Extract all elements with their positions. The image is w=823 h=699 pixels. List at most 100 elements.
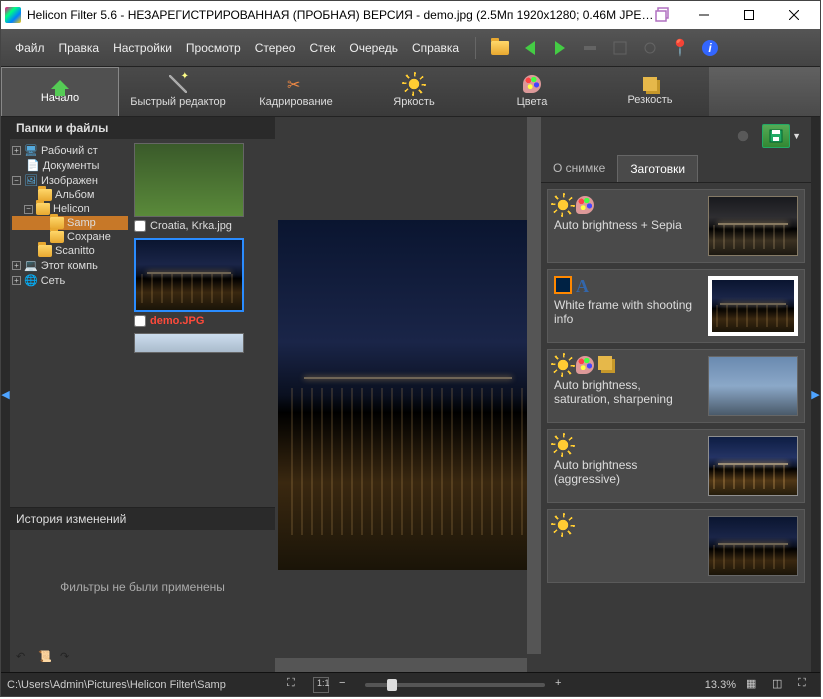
preset-item[interactable]: Auto brightness (aggressive) (547, 429, 805, 503)
right-collapse-handle[interactable]: ▶ (811, 117, 820, 672)
thumb-croatia[interactable]: Croatia, Krka.jpg (134, 143, 271, 232)
fit-width-icon[interactable]: ⛶ (287, 677, 303, 693)
grid-icon[interactable]: ▦ (746, 677, 762, 693)
right-tab-about[interactable]: О снимке (541, 155, 617, 182)
preview-area (275, 117, 541, 672)
tree-desktop[interactable]: +🖥Рабочий ст (12, 143, 128, 158)
left-panel: Папки и файлы +🖥Рабочий ст 📄Документы −🖼… (10, 117, 275, 672)
app-window: Helicon Filter 5.6 - НЕЗАРЕГИСТРИРОВАННА… (0, 0, 821, 697)
right-panel: ▼ О снимке Заготовки Auto brightness + S… (541, 117, 811, 672)
open-folder-button[interactable] (486, 34, 514, 62)
scissors-icon: ✂ (287, 75, 305, 93)
maximize-button[interactable] (726, 2, 771, 28)
tree-images[interactable]: −🖼Изображен (12, 173, 128, 188)
next-image-button[interactable] (546, 34, 574, 62)
secret-icon[interactable] (734, 127, 752, 145)
preview-scrollbar-v[interactable] (527, 117, 541, 654)
tree-this-pc[interactable]: +💻Этот компь (12, 258, 128, 273)
zoom-out-icon[interactable]: − (339, 677, 355, 693)
tree-album[interactable]: Альбом (12, 188, 128, 202)
preset-item[interactable]: A White frame with shooting info (547, 269, 805, 343)
preset-thumb (708, 196, 798, 256)
right-tab-presets[interactable]: Заготовки (617, 155, 698, 182)
thumb-checkbox[interactable] (134, 315, 146, 327)
thumb-image (134, 333, 244, 353)
tree-documents[interactable]: 📄Документы (12, 158, 128, 173)
home-icon (51, 80, 69, 89)
tree-helicon[interactable]: −Helicon (12, 202, 128, 216)
fullscreen-icon[interactable]: ⛶ (798, 677, 814, 693)
preset-thumb (708, 436, 798, 496)
tool-button-1[interactable] (576, 34, 604, 62)
tab-quick-editor[interactable]: Быстрый редактор (119, 67, 237, 116)
tab-quick-label: Быстрый редактор (130, 96, 226, 108)
menu-help[interactable]: Справка (406, 37, 465, 59)
titlebar: Helicon Filter 5.6 - НЕЗАРЕГИСТРИРОВАННА… (1, 1, 820, 29)
menu-file[interactable]: Файл (9, 37, 51, 59)
layout-icon[interactable]: ◫ (772, 677, 788, 693)
tree-network[interactable]: +🌐Сеть (12, 273, 128, 288)
history-header: История изменений (10, 508, 275, 530)
tab-home[interactable]: Начало (1, 67, 119, 116)
zoom-in-icon[interactable]: + (555, 677, 571, 693)
tab-colors[interactable]: Цвета (473, 67, 591, 116)
one-to-one-button[interactable]: 1:1 (313, 677, 329, 693)
tree-scanitto[interactable]: Scanitto (12, 244, 128, 258)
restore-copy-icon[interactable] (655, 7, 671, 23)
info-button[interactable]: i (696, 34, 724, 62)
tab-brightness[interactable]: Яркость (355, 67, 473, 116)
sharpen-icon (643, 77, 657, 91)
palette-icon (576, 196, 594, 214)
menu-stack[interactable]: Стек (303, 37, 341, 59)
save-dropdown-icon[interactable]: ▼ (792, 131, 801, 141)
menu-stereo[interactable]: Стерео (249, 37, 302, 59)
history-undo-icon[interactable]: ↶ (16, 650, 32, 666)
zoom-slider[interactable] (365, 683, 545, 687)
history-panel: История изменений Фильтры не были примен… (10, 507, 275, 672)
preview-image[interactable] (278, 220, 538, 570)
save-button[interactable] (762, 124, 790, 148)
menu-view[interactable]: Просмотр (180, 37, 247, 59)
history-redo-icon[interactable]: ↷ (60, 650, 76, 666)
tool-button-2[interactable] (606, 34, 634, 62)
floppy-icon (769, 129, 783, 143)
zoom-level: 13.3% (705, 679, 736, 691)
tree-sample[interactable]: Samp (12, 216, 128, 230)
preset-item[interactable] (547, 509, 805, 583)
minimize-button[interactable] (681, 2, 726, 28)
sun-icon (405, 75, 423, 93)
thumb-image (134, 143, 244, 217)
work-area: ◀ Папки и файлы +🖥Рабочий ст 📄Документы … (1, 117, 820, 672)
wand-icon (169, 75, 187, 93)
frame-icon (554, 276, 572, 294)
preset-item[interactable]: Auto brightness, saturation, sharpening (547, 349, 805, 423)
preset-label: Auto brightness, saturation, sharpening (554, 378, 700, 406)
preset-label: White frame with shooting info (554, 298, 700, 326)
tree-saved[interactable]: Сохране (12, 230, 128, 244)
tab-colors-label: Цвета (517, 96, 548, 108)
geotag-button[interactable]: 📍 (666, 34, 694, 62)
thumb-extra[interactable] (134, 333, 271, 353)
folder-tree: +🖥Рабочий ст 📄Документы −🖼Изображен Альб… (10, 139, 130, 507)
sun-icon (554, 196, 572, 214)
thumbnails: Croatia, Krka.jpg demo.JPG (130, 139, 275, 507)
menu-queue[interactable]: Очередь (343, 37, 404, 59)
history-apply-icon[interactable]: 📜 (38, 650, 54, 666)
menubar: Файл Правка Настройки Просмотр Стерео Ст… (1, 29, 820, 67)
prev-image-button[interactable] (516, 34, 544, 62)
menu-edit[interactable]: Правка (53, 37, 106, 59)
tab-crop[interactable]: ✂ Кадрирование (237, 67, 355, 116)
thumb-label: demo.JPG (150, 315, 204, 327)
tab-sharpness[interactable]: Резкость (591, 67, 709, 116)
left-collapse-handle[interactable]: ◀ (1, 117, 10, 672)
tool-button-3[interactable] (636, 34, 664, 62)
thumb-checkbox[interactable] (134, 220, 146, 232)
sharpen-icon (598, 356, 612, 370)
thumb-demo[interactable]: demo.JPG (134, 238, 271, 327)
preview-scrollbar-h[interactable] (275, 658, 527, 672)
preset-item[interactable]: Auto brightness + Sepia (547, 189, 805, 263)
menu-settings[interactable]: Настройки (107, 37, 178, 59)
sun-icon (554, 356, 572, 374)
close-button[interactable] (771, 2, 816, 28)
presets-list: Auto brightness + Sepia A White frame wi… (541, 183, 811, 672)
